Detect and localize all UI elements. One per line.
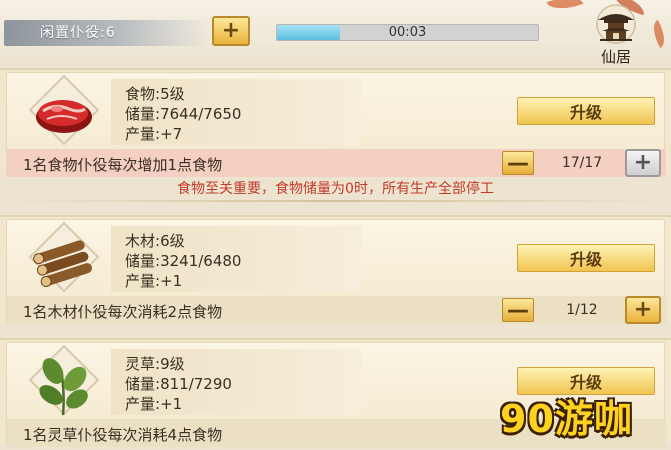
log-pile-icon xyxy=(33,240,93,287)
top-bar: 闲置仆役:6 + 00:03 仙居 xyxy=(0,0,671,66)
wood-worker-description: 1名木材仆役每次消耗2点食物 xyxy=(23,303,223,321)
food-remove-worker-button[interactable]: — xyxy=(502,151,534,176)
residence-button[interactable]: 仙居 xyxy=(570,4,662,66)
wood-add-worker-button[interactable]: + xyxy=(625,296,661,324)
food-worker-description: 1名食物仆役每次增加1点食物 xyxy=(23,156,223,174)
food-worker-count: 17/17 xyxy=(561,155,603,171)
residence-label: 仙居 xyxy=(600,48,631,66)
herb-worker-description: 1名灵草仆役每次消耗4点食物 xyxy=(23,426,223,444)
section-divider xyxy=(8,200,663,202)
raw-meat-icon xyxy=(36,100,92,133)
wood-level: 木材:6级 xyxy=(125,232,185,250)
food-warning-text: 食物至关重要，食物储量为0时，所有生产全部停工 xyxy=(177,181,494,197)
food-upgrade-button[interactable]: 升级 xyxy=(517,97,655,125)
wood-remove-worker-button[interactable]: — xyxy=(502,298,534,323)
wood-stats: 木材:6级 储量:3241/6480 产量:+1 xyxy=(111,226,361,292)
food-icon-frame xyxy=(21,74,107,151)
wood-card: 木材:6级 储量:3241/6480 产量:+1 升级 1名木材仆役每次消耗2点… xyxy=(6,219,666,324)
food-panel: 食物:5级 储量:7644/7650 产量:+7 升级 1名食物仆役每次增加1点… xyxy=(0,68,671,177)
food-output: 产量:+7 xyxy=(125,125,183,143)
herb-output: 产量:+1 xyxy=(125,395,183,413)
food-stats: 食物:5级 储量:7644/7650 产量:+7 xyxy=(111,79,361,145)
wood-worker-count: 1/12 xyxy=(566,302,598,318)
idle-workers-label: 闲置仆役:6 xyxy=(40,25,116,41)
wood-upgrade-button[interactable]: 升级 xyxy=(517,244,655,272)
herb-leaf-icon xyxy=(39,358,88,416)
wood-panel: 木材:6级 储量:3241/6480 产量:+1 升级 1名木材仆役每次消耗2点… xyxy=(0,215,671,324)
herb-icon-frame xyxy=(21,344,107,421)
food-worker-row: 1名食物仆役每次增加1点食物 — 17/17 + xyxy=(7,149,666,177)
timer-text: 00:03 xyxy=(388,25,427,40)
food-level: 食物:5级 xyxy=(125,85,185,103)
food-storage: 储量:7644/7650 xyxy=(125,105,242,123)
food-card: 食物:5级 储量:7644/7650 产量:+7 升级 1名食物仆役每次增加1点… xyxy=(6,72,666,177)
food-add-worker-button[interactable]: + xyxy=(625,149,661,177)
wood-icon-frame xyxy=(21,221,107,298)
herb-stats: 灵草:9级 储量:811/7290 产量:+1 xyxy=(111,349,361,415)
site-watermark: 90游咖 xyxy=(500,397,633,441)
add-worker-button[interactable]: + xyxy=(212,16,250,46)
pavilion-icon xyxy=(596,4,636,44)
herb-storage: 储量:811/7290 xyxy=(125,375,232,393)
wood-worker-row: 1名木材仆役每次消耗2点食物 — 1/12 + xyxy=(7,296,666,324)
herb-level: 灵草:9级 xyxy=(125,355,185,373)
wood-output: 产量:+1 xyxy=(125,272,183,290)
wood-storage: 储量:3241/6480 xyxy=(125,252,242,270)
